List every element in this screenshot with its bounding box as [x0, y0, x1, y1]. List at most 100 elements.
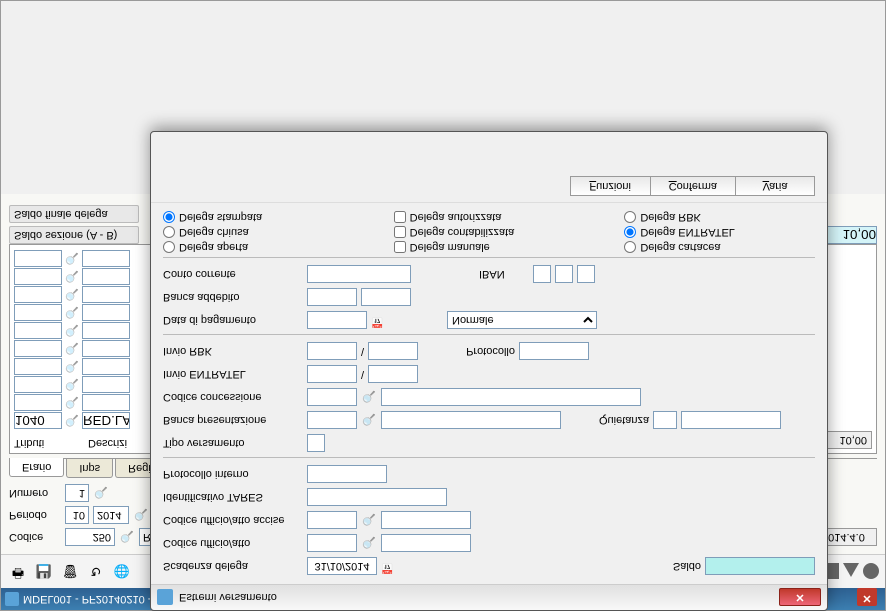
- grid-cell[interactable]: [14, 322, 62, 339]
- calendar-icon[interactable]: 📅: [371, 313, 385, 327]
- radio-aperta[interactable]: Delega aperta: [163, 241, 354, 253]
- grid-search-icon[interactable]: 🔍: [64, 287, 80, 303]
- ufficio-input[interactable]: [307, 534, 357, 552]
- shape-arrow-icon[interactable]: [843, 564, 859, 580]
- grid-cell[interactable]: [14, 268, 62, 285]
- periodo-month-input[interactable]: [65, 506, 89, 524]
- search-icon[interactable]: 🔍: [361, 412, 377, 428]
- periodo-search-icon[interactable]: 🔍: [133, 507, 149, 523]
- concess-input2[interactable]: [381, 388, 641, 406]
- cc-input[interactable]: [307, 265, 411, 283]
- grid-cell[interactable]: [14, 358, 62, 375]
- addebito-input1[interactable]: [307, 288, 357, 306]
- refresh-icon[interactable]: ↻: [85, 561, 107, 583]
- print-icon[interactable]: 🖶: [7, 561, 29, 583]
- protocollo-input[interactable]: [519, 342, 589, 360]
- banca-input[interactable]: [307, 411, 357, 429]
- rbk-input2[interactable]: [368, 342, 418, 360]
- dialog-estremi: Estremi versamento ✕ Scadenza delega 📅 S…: [150, 131, 828, 611]
- grid-search-icon[interactable]: 🔍: [64, 251, 80, 267]
- grid-cell[interactable]: [14, 340, 62, 357]
- grid-search-icon[interactable]: 🔍: [64, 341, 80, 357]
- radio-entratel[interactable]: Delega ENTRATEL: [624, 226, 815, 238]
- grid-cell[interactable]: [82, 286, 130, 303]
- save-icon[interactable]: 💾: [33, 561, 55, 583]
- iban-input1[interactable]: [533, 265, 551, 283]
- delete-icon[interactable]: 🗑: [59, 561, 81, 583]
- grid-cell[interactable]: [14, 304, 62, 321]
- banca-input2[interactable]: [381, 411, 561, 429]
- datapag-input[interactable]: [307, 311, 367, 329]
- calendar-icon[interactable]: 📅: [381, 559, 395, 573]
- datapag-label: Data di pagamento: [163, 314, 303, 326]
- concess-label: Codice concessione: [163, 391, 303, 403]
- iban-input3[interactable]: [577, 265, 595, 283]
- dialog-icon: [157, 590, 173, 606]
- codice-input[interactable]: [65, 528, 115, 546]
- grid-search-icon[interactable]: 🔍: [64, 305, 80, 321]
- grid-search-icon[interactable]: 🔍: [64, 395, 80, 411]
- grid-search-icon[interactable]: 🔍: [64, 323, 80, 339]
- radio-stampata[interactable]: Delega stampata: [163, 211, 354, 223]
- grid-search-icon[interactable]: 🔍: [64, 359, 80, 375]
- grid-cell[interactable]: [82, 376, 130, 393]
- outer-close-icon[interactable]: ✕: [857, 588, 877, 606]
- funzioni-button[interactable]: Funzioni: [570, 176, 650, 196]
- tab-inps[interactable]: Inps: [66, 459, 113, 478]
- conferma-button[interactable]: Conferma: [650, 176, 735, 196]
- entratel-input1[interactable]: [307, 365, 357, 383]
- numero-search-icon[interactable]: 🔍: [93, 485, 109, 501]
- scadenza-input[interactable]: [307, 557, 377, 575]
- quietanza-input1[interactable]: [653, 411, 677, 429]
- grid-cell[interactable]: [82, 358, 130, 375]
- grid-cell[interactable]: [82, 250, 130, 267]
- search-icon[interactable]: 🔍: [361, 535, 377, 551]
- concess-input[interactable]: [307, 388, 357, 406]
- grid-descr-input[interactable]: [82, 412, 130, 429]
- grid-cell[interactable]: [82, 394, 130, 411]
- tipo-select[interactable]: Normale: [447, 311, 597, 329]
- rbk-input1[interactable]: [307, 342, 357, 360]
- grid-cell[interactable]: [82, 340, 130, 357]
- grid-cell[interactable]: [14, 376, 62, 393]
- varia-button[interactable]: Varia: [735, 176, 815, 196]
- check-manuale[interactable]: Delega manuale: [394, 241, 585, 253]
- grid-cell[interactable]: [82, 268, 130, 285]
- grid-cell[interactable]: [14, 286, 62, 303]
- accise-input[interactable]: [307, 511, 357, 529]
- accise-input2[interactable]: [381, 511, 471, 529]
- grid-cell[interactable]: [82, 322, 130, 339]
- check-contab[interactable]: Delega contabilizzata: [394, 226, 585, 238]
- addebito-input2[interactable]: [361, 288, 411, 306]
- shape-circle-icon[interactable]: [863, 564, 879, 580]
- grid-search-icon[interactable]: 🔍: [64, 377, 80, 393]
- search-icon[interactable]: 🔍: [361, 512, 377, 528]
- protint-input[interactable]: [307, 465, 387, 483]
- search-icon[interactable]: 🔍: [361, 389, 377, 405]
- dialog-close-icon[interactable]: ✕: [779, 589, 821, 607]
- dialog-titlebar: Estremi versamento ✕: [151, 584, 827, 610]
- iban-input2[interactable]: [555, 265, 573, 283]
- grid-search-icon[interactable]: 🔍: [64, 413, 80, 429]
- check-autor[interactable]: Delega autorizzata: [394, 211, 585, 223]
- radio-cartacea[interactable]: Delega cartacea: [624, 241, 815, 253]
- grid-search-icon[interactable]: 🔍: [64, 269, 80, 285]
- grid-tributo-input[interactable]: [14, 412, 62, 429]
- radio-chiusa[interactable]: Delega chiusa: [163, 226, 354, 238]
- globe-icon[interactable]: 🌐: [111, 561, 133, 583]
- grid-cell[interactable]: [82, 304, 130, 321]
- protocollo-label: Protocollo: [466, 345, 515, 357]
- tab-erario[interactable]: Erario: [9, 458, 64, 477]
- tares-input[interactable]: [307, 488, 447, 506]
- codice-search-icon[interactable]: 🔍: [119, 529, 135, 545]
- numero-input[interactable]: [65, 484, 89, 502]
- codice-label: Codice: [9, 531, 61, 543]
- entratel-input2[interactable]: [368, 365, 418, 383]
- grid-cell[interactable]: [14, 394, 62, 411]
- ufficio-input2[interactable]: [381, 534, 471, 552]
- grid-cell[interactable]: [14, 250, 62, 267]
- quietanza-input2[interactable]: [681, 411, 781, 429]
- periodo-year-input[interactable]: [93, 506, 129, 524]
- tipov-input[interactable]: [307, 434, 325, 452]
- radio-rbk[interactable]: Delega RBK: [624, 211, 815, 223]
